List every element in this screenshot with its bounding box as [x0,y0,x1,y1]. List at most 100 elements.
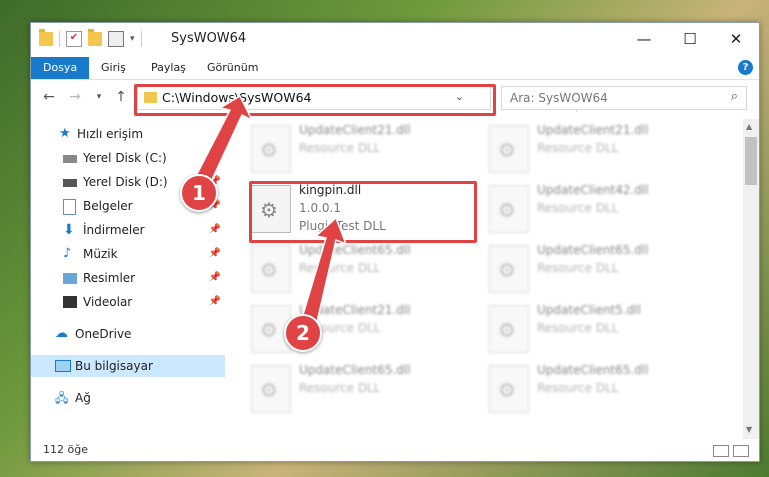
checkmark-icon[interactable]: ✔ [66,31,82,47]
navigation-pane: ★ Hızlı erişim Yerel Disk (C:) 📌 Yerel D… [31,119,225,439]
folder-icon[interactable] [39,29,53,46]
dll-file-icon [251,245,291,293]
sidebar-item-music[interactable]: ♪ Müzik 📌 [31,243,225,265]
file-description: Resource DLL [537,261,619,275]
sidebar-item-drive-c[interactable]: Yerel Disk (C:) 📌 [31,147,225,169]
sidebar-item-label: OneDrive [75,327,132,341]
pin-icon[interactable]: 📌 [209,267,221,289]
sidebar-item-label: Yerel Disk (C:) [83,151,167,165]
tab-view[interactable]: Görünüm [197,57,268,79]
forward-arrow-icon[interactable]: → [65,89,85,105]
sidebar-item-label: Belgeler [83,199,133,213]
vertical-scrollbar[interactable]: ▲ ▼ [743,119,759,439]
file-description: Resource DLL [537,381,619,395]
download-icon: ⬇ [63,222,75,238]
sidebar-item-label: Bu bilgisayar [75,359,153,373]
file-list: UpdateClient21.dll Resource DLL UpdateCl… [227,119,743,439]
properties-icon[interactable] [108,31,124,47]
list-item[interactable]: UpdateClient65.dll Resource DLL [251,243,471,299]
ribbon-tabs: Dosya Giriş Paylaş Görünüm ? [31,57,759,80]
large-icons-view-icon[interactable] [733,445,749,457]
file-description: Resource DLL [299,381,381,395]
step-1-badge: 1 [180,174,218,212]
pin-icon[interactable]: 📌 [209,219,221,241]
list-item[interactable]: UpdateClient65.dll Resource DLL [251,363,471,419]
sidebar-item-this-pc[interactable]: Bu bilgisayar [31,355,225,377]
documents-icon [63,199,76,215]
separator [140,31,142,47]
pin-icon[interactable]: 📌 [209,291,221,313]
scroll-down-icon[interactable]: ▼ [746,425,752,434]
scrollbar-thumb[interactable] [745,137,757,185]
file-name: UpdateClient65.dll [537,363,649,377]
sidebar-item-label: Yerel Disk (D:) [83,175,168,189]
scroll-up-icon[interactable]: ▲ [746,122,752,131]
sidebar-item-quick-access[interactable]: ★ Hızlı erişim [31,123,225,145]
search-placeholder: Ara: SysWOW64 [510,91,608,105]
search-icon[interactable]: ⌕ [731,89,738,104]
sidebar-item-videos[interactable]: Videolar 📌 [31,291,225,313]
sidebar-item-label: Ağ [75,391,91,405]
dll-file-icon [489,365,529,413]
list-item[interactable]: UpdateClient21.dll Resource DLL [251,123,471,179]
file-name: UpdateClient5.dll [537,303,641,317]
search-input[interactable]: Ara: SysWOW64 ⌕ [501,86,747,110]
file-name: UpdateClient65.dll [537,243,649,257]
tab-file[interactable]: Dosya [31,57,90,79]
window-title: SysWOW64 [171,31,247,46]
new-folder-icon[interactable] [88,29,102,46]
step-2-badge: 2 [284,314,322,352]
dll-file-icon [489,125,529,173]
list-item[interactable]: UpdateClient5.dll Resource DLL [489,303,709,359]
dll-file-icon [489,245,529,293]
sidebar-item-label: Müzik [83,247,118,261]
file-name: UpdateClient42.dll [537,183,649,197]
drive-icon [63,179,77,187]
title-bar: ✔ ▾ SysWOW64 — ☐ ✕ [31,23,759,55]
close-button[interactable]: ✕ [713,23,759,55]
pin-icon[interactable]: 📌 [209,243,221,265]
list-item[interactable]: UpdateClient21.dll Resource DLL [489,123,709,179]
dll-file-icon [489,305,529,353]
sidebar-item-label: Videolar [83,295,133,309]
pictures-icon [63,273,77,284]
maximize-button[interactable]: ☐ [667,23,713,55]
file-description: Resource DLL [299,261,381,275]
minimize-button[interactable]: — [621,23,667,55]
file-description: Resource DLL [537,321,619,335]
sidebar-item-pictures[interactable]: Resimler 📌 [31,267,225,289]
help-icon[interactable]: ? [738,60,753,75]
list-item[interactable]: UpdateClient65.dll Resource DLL [489,363,709,419]
customize-dropdown-icon[interactable]: ▾ [130,34,135,44]
dll-file-icon [489,185,529,233]
file-name: UpdateClient21.dll [299,123,411,137]
sidebar-item-label: İndirmeler [83,223,145,237]
cloud-icon: ☁ [55,326,68,341]
file-highlight-box [249,181,477,243]
address-highlight-box [134,84,496,116]
file-name: UpdateClient65.dll [299,243,411,257]
tab-home[interactable]: Giriş [91,57,136,79]
tab-share[interactable]: Paylaş [141,57,196,79]
network-icon: 🖧 [55,391,69,405]
up-arrow-icon[interactable]: ↑ [111,89,131,105]
details-view-icon[interactable] [713,445,729,457]
dll-file-icon [251,365,291,413]
file-description: Resource DLL [537,201,619,215]
computer-icon [55,360,71,372]
list-item[interactable]: UpdateClient65.dll Resource DLL [489,243,709,299]
item-count: 112 öğe [43,443,88,456]
star-icon: ★ [59,126,71,141]
pin-icon[interactable]: 📌 [209,147,221,169]
sidebar-item-downloads[interactable]: ⬇ İndirmeler 📌 [31,219,225,241]
explorer-window: ✔ ▾ SysWOW64 — ☐ ✕ Dosya Giriş Paylaş Gö… [30,22,760,462]
file-name: UpdateClient21.dll [299,303,411,317]
recent-dropdown-icon[interactable]: ▾ [89,92,109,102]
music-icon: ♪ [63,246,72,261]
sidebar-item-onedrive[interactable]: ☁ OneDrive [31,323,225,345]
separator [59,31,60,47]
sidebar-item-label: Hızlı erişim [77,127,144,141]
back-arrow-icon[interactable]: ← [39,89,59,105]
sidebar-item-network[interactable]: 🖧 Ağ [31,387,225,409]
list-item[interactable]: UpdateClient42.dll Resource DLL [489,183,709,239]
